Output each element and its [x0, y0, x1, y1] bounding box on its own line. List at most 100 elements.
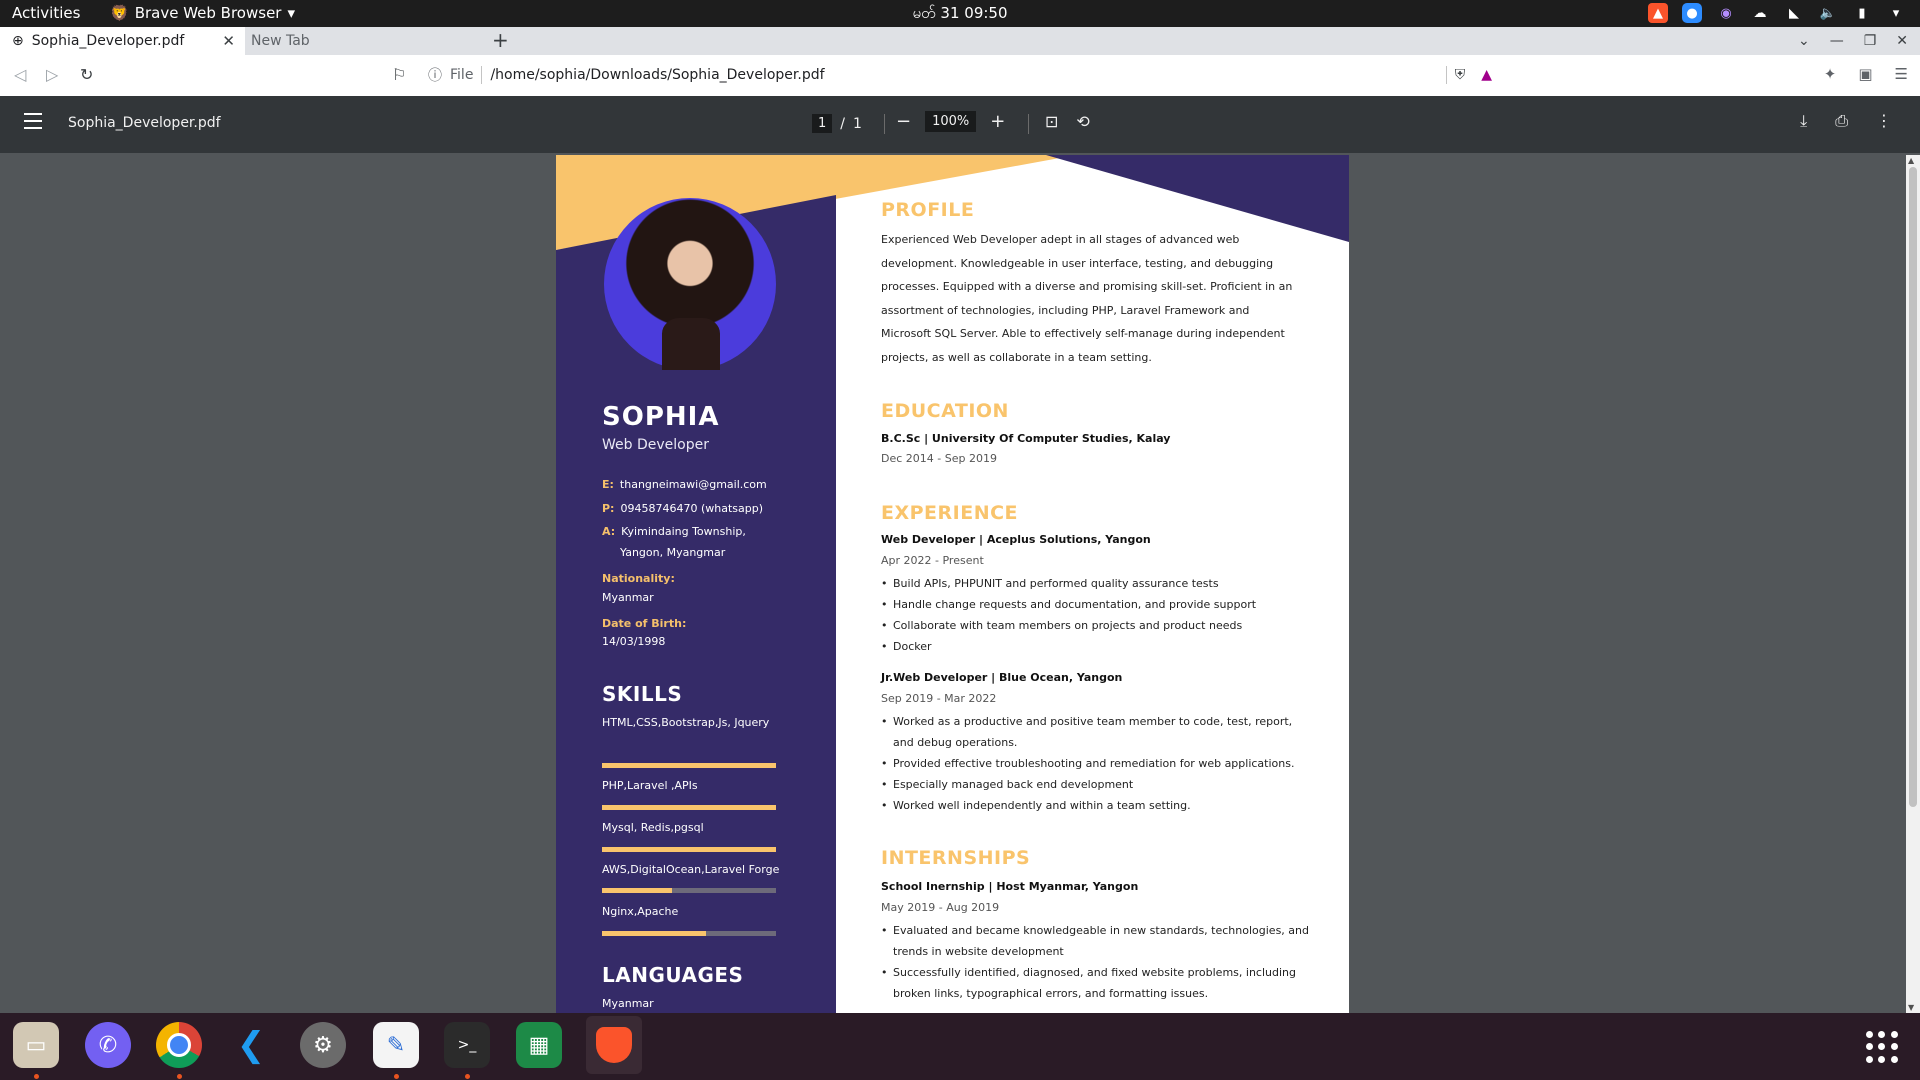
viber-icon[interactable]: ✆: [85, 1022, 131, 1068]
internship-bullets: Evaluated and became knowledgeable in ne…: [881, 920, 1311, 1004]
close-tab-icon[interactable]: ✕: [222, 32, 235, 50]
languages-heading: LANGUAGES: [602, 963, 744, 987]
globe-icon: ⊕: [12, 33, 24, 49]
profile-photo: [604, 198, 776, 370]
reload-icon[interactable]: ↻: [80, 65, 93, 84]
address-bar[interactable]: ⓘ File /home/sophia/Downloads/Sophia_Dev…: [420, 60, 1500, 90]
brave-rewards-icon[interactable]: ▲: [1481, 67, 1492, 83]
running-indicator: [465, 1074, 470, 1079]
spreadsheet-icon[interactable]: ▦: [516, 1022, 562, 1068]
download-icon[interactable]: ⤓: [1800, 111, 1807, 131]
wallet-icon[interactable]: ▣: [1858, 65, 1872, 83]
forward-icon[interactable]: ▷: [46, 65, 58, 84]
tab-title: Sophia_Developer.pdf: [31, 33, 185, 49]
close-window-icon[interactable]: ✕: [1896, 33, 1908, 49]
more-options-icon[interactable]: ⋮: [1876, 111, 1892, 131]
url-text[interactable]: /home/sophia/Downloads/Sophia_Developer.…: [490, 67, 824, 83]
internship-title: School Inernship | Host Myanmar, Yangon: [881, 880, 1139, 893]
pdf-filename: Sophia_Developer.pdf: [68, 115, 221, 131]
extensions-icon[interactable]: ✦: [1824, 65, 1837, 83]
divider: [884, 114, 885, 134]
scroll-down-icon[interactable]: ▼: [1908, 1003, 1914, 1012]
window-controls: ⌄ — ❐ ✕: [1798, 27, 1908, 55]
zoom-out-icon[interactable]: −: [896, 111, 911, 132]
skill-label: AWS,DigitalOcean,Laravel Forge: [602, 863, 780, 876]
resume-name: SOPHIA: [602, 402, 720, 432]
skill-label: PHP,Laravel ,APIs: [602, 779, 698, 792]
skill-bar: [602, 931, 776, 936]
tab-new-tab[interactable]: New Tab: [245, 27, 485, 55]
system-tray[interactable]: ▲ ● ◉ ☁ ◣ 🔈 ▮ ▾: [1648, 3, 1906, 23]
language-item: Myanmar: [602, 997, 654, 1010]
experience-heading: EXPERIENCE: [881, 502, 1019, 524]
fit-page-icon[interactable]: ⊡: [1045, 112, 1058, 131]
bullet-item: Worked well independently and within a t…: [881, 795, 1311, 816]
text-editor-icon[interactable]: ✎: [373, 1022, 419, 1068]
url-scheme: File: [450, 67, 474, 83]
zoom-input[interactable]: 100%: [925, 111, 977, 132]
tab-sophia-pdf[interactable]: ⊕ Sophia_Developer.pdf ✕: [0, 27, 245, 55]
page-separator: /: [840, 115, 845, 132]
bullet-item: Collaborate with team members on project…: [881, 615, 1311, 636]
battery-icon[interactable]: ▮: [1852, 3, 1872, 23]
scroll-up-icon[interactable]: ▲: [1908, 156, 1914, 165]
app-menu[interactable]: 🦁 Brave Web Browser ▾: [110, 4, 295, 22]
bullet-item: Successfully identified, diagnosed, and …: [881, 962, 1311, 1004]
tab-search-icon[interactable]: ⌄: [1798, 33, 1810, 49]
brave-tray-icon[interactable]: ▲: [1648, 3, 1668, 23]
bullet-item: Worked as a productive and positive team…: [881, 711, 1311, 753]
terminal-icon[interactable]: >_: [444, 1022, 490, 1068]
app-grid-icon[interactable]: [1866, 1031, 1898, 1063]
page-number-input[interactable]: 1: [812, 114, 833, 133]
profile-heading: PROFILE: [881, 199, 975, 221]
bullet-item: Build APIs, PHPUNIT and performed qualit…: [881, 573, 1311, 594]
internship-date: May 2019 - Aug 2019: [881, 901, 1000, 914]
cloud-icon[interactable]: ☁: [1750, 3, 1770, 23]
education-title: B.C.Sc | University Of Computer Studies,…: [881, 432, 1171, 445]
minimize-icon[interactable]: —: [1830, 33, 1844, 49]
settings-icon[interactable]: ⚙: [300, 1022, 346, 1068]
scrollbar[interactable]: ▲ ▼: [1906, 155, 1920, 1013]
wifi-icon[interactable]: ◣: [1784, 3, 1804, 23]
vpn-tray-icon[interactable]: ◉: [1716, 3, 1736, 23]
zoom-tray-icon[interactable]: ●: [1682, 3, 1702, 23]
new-tab-button[interactable]: +: [492, 27, 509, 55]
address-line: A: Kyimindaing Township,: [602, 525, 746, 538]
phone-key: P:: [602, 502, 615, 515]
chrome-icon[interactable]: [156, 1022, 202, 1068]
info-icon[interactable]: ⓘ: [428, 65, 442, 85]
main-menu-icon[interactable]: ☰: [1895, 65, 1908, 83]
brave-icon[interactable]: [586, 1016, 642, 1074]
skill-bar: [602, 763, 776, 768]
email-line: E: thangneimawi@gmail.com: [602, 478, 767, 491]
job-bullets: Worked as a productive and positive team…: [881, 711, 1311, 816]
job-title: Jr.Web Developer | Blue Ocean, Yangon: [881, 671, 1123, 684]
education-date: Dec 2014 - Sep 2019: [881, 452, 997, 465]
back-icon[interactable]: ◁: [14, 65, 26, 84]
pdf-actions: ⤓ ⎙ ⋮: [1800, 111, 1892, 131]
restore-icon[interactable]: ❐: [1864, 33, 1877, 49]
profile-text: Experienced Web Developer adept in all s…: [881, 233, 1293, 364]
volume-icon[interactable]: 🔈: [1818, 3, 1838, 23]
resume-role: Web Developer: [602, 437, 709, 453]
scrollbar-thumb[interactable]: [1909, 167, 1917, 807]
print-icon[interactable]: ⎙: [1835, 111, 1848, 131]
url-separator: [481, 66, 483, 84]
zoom-controls: − 100% +: [896, 111, 1005, 132]
address-key: A:: [602, 525, 616, 538]
vscode-icon[interactable]: ❮: [228, 1022, 274, 1068]
zoom-in-icon[interactable]: +: [990, 111, 1005, 132]
skill-label: Mysql, Redis,pgsql: [602, 821, 704, 834]
rotate-icon[interactable]: ⟲: [1076, 112, 1089, 131]
bullet-item: Provided effective troubleshooting and r…: [881, 753, 1311, 774]
sidebar-toggle-icon[interactable]: [24, 113, 42, 134]
bullet-item: Handle change requests and documentation…: [881, 594, 1311, 615]
tab-title: New Tab: [251, 33, 310, 49]
bookmark-icon[interactable]: ⚐: [392, 65, 406, 84]
skill-bar: [602, 805, 776, 810]
bullet-item: Docker: [881, 636, 1311, 657]
activities-button[interactable]: Activities: [12, 4, 80, 22]
brave-shields-icon[interactable]: ⛨: [1455, 67, 1466, 83]
files-icon[interactable]: ▭: [13, 1022, 59, 1068]
power-menu-icon[interactable]: ▾: [1886, 3, 1906, 23]
